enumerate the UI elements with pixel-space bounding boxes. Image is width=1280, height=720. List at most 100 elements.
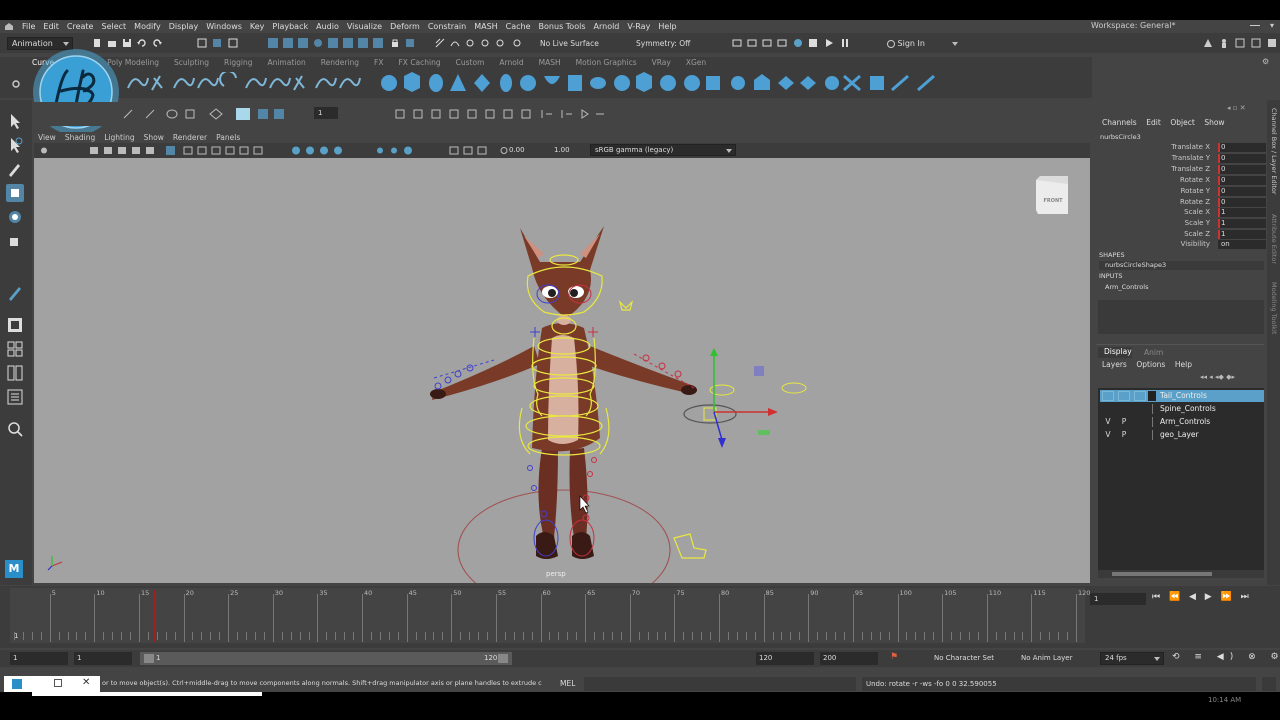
- play-icon[interactable]: [824, 38, 834, 48]
- snap-vertex-icon[interactable]: [512, 38, 522, 48]
- playback-end-field[interactable]: 120: [756, 652, 814, 665]
- attr-row[interactable]: Translate X 0: [1092, 143, 1267, 153]
- menu-audio[interactable]: Audio: [316, 22, 339, 31]
- attr-value[interactable]: 0: [1218, 198, 1266, 207]
- shelf-tab-xgen[interactable]: XGen: [686, 58, 706, 67]
- attr-value[interactable]: 0: [1218, 187, 1266, 196]
- menu-create[interactable]: Create: [67, 22, 94, 31]
- attr-row[interactable]: Scale Z 1: [1092, 230, 1267, 240]
- layer-row-geo-layer[interactable]: V P geo_Layer: [1100, 429, 1264, 441]
- command-input[interactable]: [584, 677, 856, 691]
- menu-file[interactable]: File: [22, 22, 35, 31]
- viewcube-label[interactable]: FRONT: [1038, 198, 1068, 204]
- scene-start-field[interactable]: 1: [10, 652, 68, 665]
- selected-object-name[interactable]: nurbsCircle3: [1100, 133, 1141, 141]
- menu-edit[interactable]: Edit: [43, 22, 59, 31]
- current-frame-field[interactable]: 1: [1090, 593, 1146, 605]
- shelf-tab-animation[interactable]: Animation: [267, 58, 305, 67]
- layer-visibility-toggle[interactable]: [1102, 404, 1114, 414]
- panel-menu-show[interactable]: Show: [144, 133, 164, 142]
- paint-select-tool-icon[interactable]: [6, 160, 24, 178]
- menu-playback[interactable]: Playback: [272, 22, 308, 31]
- shelf-settings-icon[interactable]: ⚙: [1262, 57, 1269, 66]
- highlight-selection-icon[interactable]: [405, 38, 415, 48]
- attr-row[interactable]: Rotate Z 0: [1092, 198, 1267, 208]
- toolbar-edit-icons[interactable]: [366, 108, 616, 120]
- panel-menu-shading[interactable]: Shading: [65, 133, 95, 142]
- search-icon[interactable]: [6, 420, 24, 438]
- minimize-icon[interactable]: [1250, 25, 1260, 26]
- playback-options-icons[interactable]: ⟲ ≡ ◀) ⊗ ⚙: [1172, 652, 1279, 665]
- menu-help[interactable]: Help: [658, 22, 676, 31]
- menu-constrain[interactable]: Constrain: [428, 22, 466, 31]
- attr-value[interactable]: 1: [1218, 219, 1266, 228]
- pick-mask-7-icon[interactable]: [358, 38, 368, 48]
- scale-tool-icon[interactable]: [6, 232, 24, 250]
- curve-tools-icons[interactable]: [126, 72, 366, 94]
- layer-visibility-toggle[interactable]: V: [1102, 430, 1114, 440]
- select-component-icon[interactable]: [228, 38, 238, 48]
- attr-row[interactable]: Scale Y 1: [1092, 219, 1267, 229]
- layer-row-spine-controls[interactable]: Spine_Controls: [1100, 403, 1264, 415]
- layer-menu-layers[interactable]: Layers: [1102, 360, 1127, 369]
- attr-value[interactable]: 1: [1218, 230, 1266, 239]
- two-view-layout-icon[interactable]: [6, 364, 24, 382]
- render-current-frame-icon[interactable]: [732, 38, 742, 48]
- toolbar-draw-icons[interactable]: [122, 108, 292, 120]
- step-value-field[interactable]: 1: [314, 107, 338, 119]
- symmetry-dropdown[interactable]: Symmetry: Off: [636, 39, 690, 48]
- anim-layer-dropdown[interactable]: No Anim Layer: [1021, 654, 1072, 662]
- shelf-tab-rendering[interactable]: Rendering: [321, 58, 359, 67]
- panel-toolbar-icons[interactable]: [38, 145, 508, 156]
- render-settings-icon[interactable]: [777, 38, 787, 48]
- attr-value[interactable]: 1: [1218, 208, 1266, 217]
- ipr-render-icon[interactable]: [762, 38, 772, 48]
- pick-mask-5-icon[interactable]: [328, 38, 338, 48]
- surface-tools-icons[interactable]: [378, 72, 938, 94]
- workspace-selector[interactable]: Workspace: General*: [1091, 21, 1176, 30]
- taskbar-preview[interactable]: ✕: [4, 676, 100, 692]
- pick-mask-4-icon[interactable]: [313, 38, 323, 48]
- menu-cache[interactable]: Cache: [506, 22, 531, 31]
- panel-header-icons[interactable]: ◂ ▫ ✕: [1227, 104, 1263, 112]
- single-perspective-layout-icon[interactable]: [6, 316, 24, 334]
- range-slider[interactable]: 1 120: [140, 652, 512, 665]
- layer-menu-help[interactable]: Help: [1175, 360, 1192, 369]
- attribute-editor-toggle-icon[interactable]: [1235, 38, 1245, 48]
- menu-deform[interactable]: Deform: [390, 22, 420, 31]
- cb-menu-object[interactable]: Object: [1170, 118, 1194, 127]
- character-set-dropdown[interactable]: No Character Set: [934, 654, 994, 662]
- layer-type-toggle[interactable]: [1134, 391, 1146, 401]
- undo-icon[interactable]: [137, 38, 147, 48]
- outliner-layout-icon[interactable]: [6, 388, 24, 406]
- cb-menu-show[interactable]: Show: [1204, 118, 1224, 127]
- snap-point-icon[interactable]: [465, 38, 475, 48]
- layer-move-icons[interactable]: ◂◂ ◂ ◂◆ ◆▸: [1200, 373, 1235, 381]
- layer-row-tail-controls[interactable]: Tail_Controls: [1100, 390, 1264, 402]
- layer-color-swatch[interactable]: [1152, 430, 1153, 440]
- side-tab-channel-box[interactable]: Channel Box / Layer Editor: [1269, 108, 1278, 218]
- script-editor-icon[interactable]: [1262, 677, 1276, 691]
- menu-mash[interactable]: MASH: [474, 22, 497, 31]
- pause-icon[interactable]: [840, 38, 850, 48]
- cb-menu-edit[interactable]: Edit: [1146, 118, 1161, 127]
- layer-playback-toggle[interactable]: [1118, 404, 1130, 414]
- attr-value[interactable]: 0: [1218, 143, 1266, 152]
- tool-settings-toggle-icon[interactable]: [1251, 38, 1261, 48]
- snap-surface-icon[interactable]: [495, 38, 505, 48]
- scene-graphics[interactable]: [34, 158, 1090, 583]
- playback-controls[interactable]: ⏮ ⏪ ◀ ▶ ⏩ ⏭: [1152, 592, 1276, 606]
- sculpt-tool-icon[interactable]: [6, 284, 24, 302]
- shelf-tab-rigging[interactable]: Rigging: [224, 58, 252, 67]
- scene-end-field[interactable]: 200: [820, 652, 878, 665]
- panel-menu-renderer[interactable]: Renderer: [173, 133, 207, 142]
- layer-color-swatch[interactable]: [1148, 391, 1156, 401]
- render-view-icon[interactable]: [808, 38, 818, 48]
- attr-row[interactable]: Rotate Y 0: [1092, 187, 1267, 197]
- layer-list-scrollbar[interactable]: [1098, 570, 1264, 578]
- shelf-tab-arnold[interactable]: Arnold: [499, 58, 523, 67]
- exposure-field[interactable]: 0.00: [509, 145, 541, 156]
- menu-select[interactable]: Select: [101, 22, 126, 31]
- menu-vray[interactable]: V-Ray: [627, 22, 650, 31]
- maximize-icon[interactable]: [54, 679, 62, 687]
